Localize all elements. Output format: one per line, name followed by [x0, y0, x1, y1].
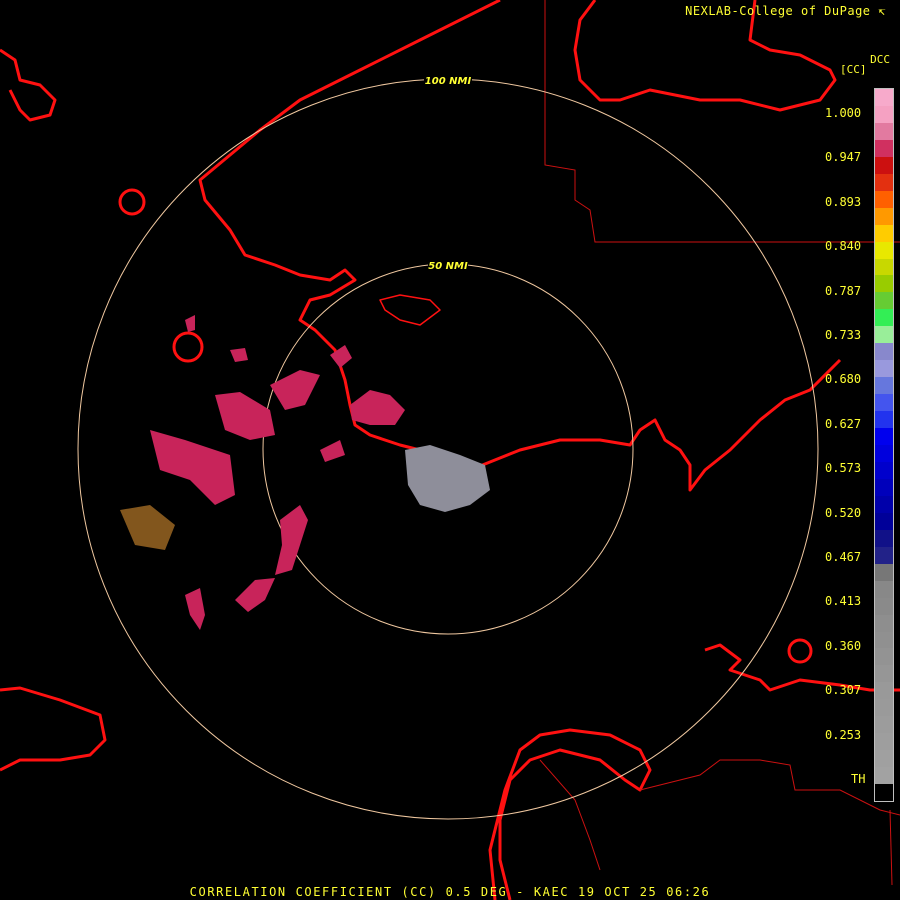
scale-segment	[875, 699, 893, 717]
scale-segment	[875, 445, 893, 462]
scale-tick-label: 1.000	[825, 106, 862, 120]
scale-tick-label: TH	[851, 772, 866, 786]
credit-text[interactable]: NEXLAB-College of DuPage ↸	[685, 4, 886, 18]
scale-segment	[875, 546, 893, 564]
scale-tick-label: 0.253	[825, 727, 862, 742]
echo-cluster-west	[215, 392, 275, 440]
scale-segment	[875, 275, 893, 293]
echo-cluster-center	[350, 390, 405, 425]
unit-label: [CC]	[840, 63, 867, 76]
scale-tick-label: 0.680	[825, 372, 862, 387]
scale-segment	[875, 190, 893, 208]
echo-small-north	[230, 348, 248, 362]
scale-segment	[875, 767, 893, 785]
coastline-layer	[0, 0, 900, 900]
range-ring-50nmi	[262, 263, 634, 635]
color-scale	[874, 88, 894, 802]
echo-cluster-west-2	[150, 430, 235, 505]
scale-tick-label: 0.627	[825, 416, 862, 431]
scale-segment	[875, 343, 893, 361]
scale-segment	[875, 716, 893, 734]
boundary-far-east	[889, 809, 893, 886]
scale-segment	[875, 156, 893, 174]
scale-segment	[875, 292, 893, 310]
scale-tick-label: 0.573	[825, 461, 862, 476]
scale-segment	[875, 733, 893, 751]
scale-tick-label: 0.840	[825, 239, 862, 254]
scale-segment	[875, 495, 893, 513]
product-code: DCC	[870, 53, 890, 66]
echo-layer	[120, 315, 490, 630]
scale-segment	[875, 563, 893, 581]
scale-tick-label: 0.733	[825, 328, 862, 342]
scale-segment	[875, 258, 893, 276]
scale-tick-label: 0.360	[825, 638, 862, 653]
boundary-south	[639, 759, 900, 816]
scale-tick-label: 0.307	[825, 683, 862, 698]
scale-segment	[875, 478, 893, 496]
scale-segment	[875, 139, 893, 157]
scale-segment	[875, 207, 893, 225]
scale-segment	[875, 614, 893, 632]
radar-view: 100 NMI 50 NMI NEXLAB-College of DuPage …	[0, 0, 900, 900]
credit-label: NEXLAB-College of DuPage	[685, 4, 871, 18]
scale-segment	[875, 784, 893, 802]
echo-grey-core	[405, 445, 490, 512]
scale-segment	[875, 750, 893, 768]
footer-caption: CORRELATION COEFFICIENT (CC) 0.5 DEG - K…	[189, 885, 711, 899]
echo-scatter-far-west	[120, 505, 175, 550]
echo-small-nw	[185, 315, 195, 332]
ring-label-50nmi: 50 NMI	[428, 261, 468, 272]
scale-segment	[875, 461, 893, 479]
scale-segment	[875, 411, 893, 429]
scale-segment	[875, 648, 893, 666]
echo-band-southwest-2	[185, 588, 205, 630]
scale-segment	[875, 428, 893, 446]
lake-outline-east	[787, 638, 813, 664]
scale-segment	[875, 309, 893, 327]
scale-segment	[875, 631, 893, 649]
scale-segment	[875, 377, 893, 395]
boundary-inland	[539, 759, 601, 871]
scale-segment	[875, 682, 893, 700]
scale-segment	[875, 224, 893, 242]
scale-tick-label: 0.520	[825, 505, 862, 520]
scale-tick-label: 0.893	[825, 194, 862, 209]
scale-segment	[875, 597, 893, 615]
coastline-north-inlet	[379, 294, 441, 326]
scale-segment	[875, 394, 893, 412]
scale-tick-label: 0.947	[825, 150, 862, 165]
ring-label-100nmi: 100 NMI	[425, 76, 472, 87]
scale-tick-label: 0.467	[825, 550, 862, 564]
lake-outline-west-2	[172, 331, 204, 363]
scale-segment	[875, 241, 893, 259]
coastline-north	[198, 0, 842, 492]
scale-segment	[875, 122, 893, 140]
scale-segment	[875, 360, 893, 378]
coastline-southwest	[0, 686, 107, 772]
scale-segment	[875, 665, 893, 683]
arrow-icon: ↸	[878, 4, 886, 18]
lake-outline-west	[118, 188, 146, 216]
boundary-layer	[539, 0, 900, 886]
scale-segment	[875, 580, 893, 598]
scale-tick-label: 0.413	[825, 594, 862, 609]
coastline-west	[0, 48, 57, 122]
echo-small-west	[320, 440, 345, 462]
scale-tick-label: 0.787	[825, 283, 862, 298]
coastline-south	[488, 728, 652, 900]
scale-segment	[875, 512, 893, 530]
scale-segment	[875, 326, 893, 344]
radar-map[interactable]: 100 NMI 50 NMI	[0, 0, 900, 900]
scale-segment	[875, 89, 893, 106]
scale-segment	[875, 105, 893, 123]
scale-segment	[875, 529, 893, 547]
echo-band-southwest	[235, 578, 275, 612]
scale-segment	[875, 173, 893, 191]
